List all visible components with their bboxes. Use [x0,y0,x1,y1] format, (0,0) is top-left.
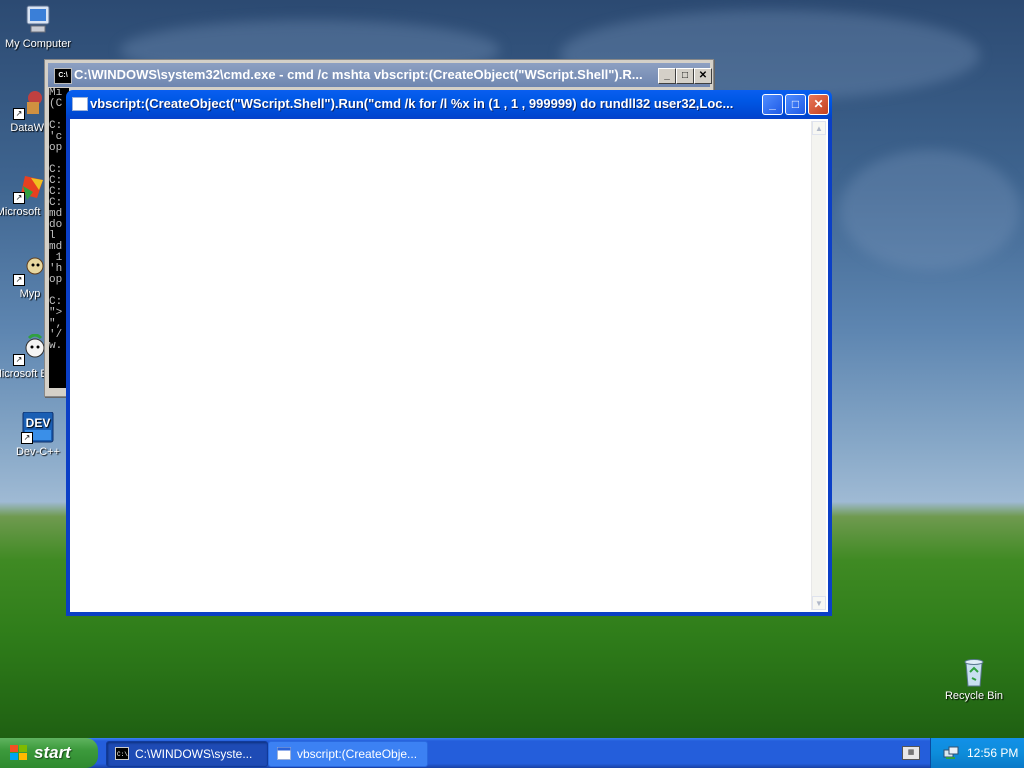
shortcut-arrow-icon: ↗ [13,108,25,120]
taskbar-item-label: C:\WINDOWS\syste... [135,747,253,761]
desktop-icon-recycle-bin[interactable]: Recycle Bin [936,656,1012,702]
start-label: start [34,743,71,762]
desktop-icon-dev-cpp[interactable]: DEV ↗ Dev-C++ [0,411,76,458]
window-icon [277,747,291,760]
mshta-content-area[interactable]: ▲ ▼ [70,119,828,612]
desktop-icon-label: Dev-C++ [15,446,61,458]
mshta-title-bar[interactable]: vbscript:(CreateObject("WScript.Shell").… [66,90,832,118]
scroll-down-arrow-icon[interactable]: ▼ [812,596,826,610]
mshta-window-title: vbscript:(CreateObject("WScript.Shell").… [90,96,734,111]
desktop-icon-label: Recycle Bin [944,690,1004,702]
network-icon[interactable] [943,745,959,761]
svg-text:C:\: C:\ [117,751,128,758]
clock[interactable]: 12:56 PM [967,738,1018,768]
visual-basic-icon: ↗ [13,333,47,366]
app-icon: ↗ [13,254,47,286]
close-button[interactable]: ✕ [694,68,712,84]
cmd-window-title: C:\WINDOWS\system32\cmd.exe - cmd /c msh… [74,67,643,82]
maximize-button[interactable]: □ [676,68,694,84]
taskbar-item-cmd[interactable]: C:\ C:\WINDOWS\syste... [106,741,268,767]
scroll-up-arrow-icon[interactable]: ▲ [812,121,826,135]
desktop-icon-my-computer[interactable]: My Computer [0,4,76,50]
minimize-button[interactable]: _ [762,94,783,115]
app-icon: ↗ [13,88,47,120]
shortcut-arrow-icon: ↗ [21,432,33,444]
taskbar: start C:\ C:\WINDOWS\syste... vbscript:(… [0,738,1024,768]
cmd-icon: C:\ [115,747,129,760]
sky-cloud [840,150,1020,270]
cmd-icon: C:\ [54,68,72,84]
keyboard-icon[interactable]: ▦ [902,746,920,760]
vertical-scrollbar[interactable]: ▲ ▼ [811,121,826,610]
shortcut-arrow-icon: ↗ [13,354,25,366]
minimize-button[interactable]: _ [658,68,676,84]
computer-icon [21,4,55,36]
taskbar-item-mshta[interactable]: vbscript:(CreateObje... [268,741,428,767]
visual-cpp-icon: ↗ [13,172,47,204]
close-button[interactable]: ✕ [808,94,829,115]
recycle-bin-icon [957,656,991,688]
shortcut-arrow-icon: ↗ [13,192,25,204]
windows-logo-icon [10,745,28,761]
cmd-title-bar[interactable]: C:\ C:\WINDOWS\system32\cmd.exe - cmd /c… [48,63,712,87]
dev-cpp-icon: DEV ↗ [21,411,55,444]
dev-badge-text: DEV [26,416,51,430]
desktop-icon-label: My Computer [4,38,72,50]
taskbar-item-label: vbscript:(CreateObje... [297,747,418,761]
start-button[interactable]: start [0,738,98,768]
mshta-window[interactable]: vbscript:(CreateObject("WScript.Shell").… [66,90,832,616]
maximize-button[interactable]: □ [785,94,806,115]
window-icon [72,97,88,111]
system-tray: 12:56 PM [930,738,1024,768]
shortcut-arrow-icon: ↗ [13,274,25,286]
